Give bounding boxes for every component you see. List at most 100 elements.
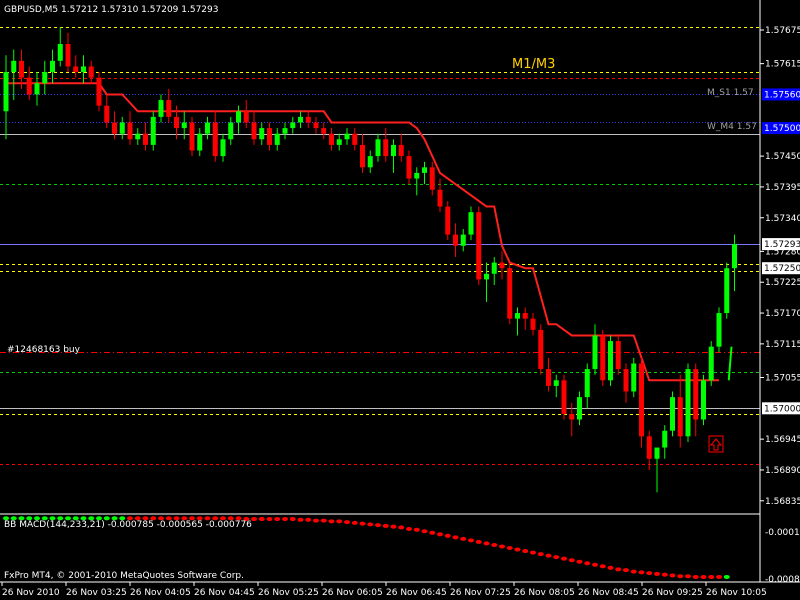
candle-body [677,397,683,437]
macd-point [677,574,684,579]
macd-point [630,569,637,574]
candle-body [228,122,234,140]
candle-body [422,167,427,173]
macd-point [499,544,505,549]
candle-body [305,116,311,123]
candle-body [685,369,691,437]
price-tag-label: 1.57560 [764,90,800,100]
candle-body [104,105,110,123]
candle-body [65,44,71,67]
macd-point [708,574,715,579]
macd-point [266,517,273,522]
candle-body [414,172,420,179]
candle-body [553,380,559,386]
candle-body [491,262,497,274]
candle-body [701,380,706,420]
macd-point [413,527,420,532]
candle-body [708,346,714,381]
macd-point [530,550,536,555]
macd-tick-label: -0.00019 [765,528,800,538]
macd-point [506,546,513,550]
x-tick-label: 26 Nov 04:45 [194,588,255,598]
macd-point [367,522,374,527]
m1m3-label: M1/M3 [512,57,555,72]
candle-body [135,133,141,140]
macd-point [537,552,544,557]
candle-body [11,60,17,73]
candle-body [724,268,730,314]
y-tick-label: 1.57115 [765,340,800,350]
candle-body [507,268,513,319]
candle-body [57,44,63,61]
macd-point [561,556,567,561]
macd-point [576,559,583,564]
macd-point [522,549,529,554]
x-tick-label: 26 Nov 07:25 [450,588,511,598]
macd-point [700,574,707,579]
candle-body [329,133,334,145]
candle-body [3,72,9,112]
x-tick-label: 26 Nov 04:05 [130,588,191,598]
candle-body [360,144,365,168]
candle-body [367,156,373,168]
candle-body [584,369,590,398]
macd-point [669,573,676,578]
candle-body [375,139,381,157]
macd-point [646,571,653,576]
candle-body [352,133,358,145]
candle-body [243,111,249,123]
candle-body [220,139,226,157]
candle-body [569,413,575,420]
macd-point [336,519,343,524]
y-tick-label: 1.57170 [765,309,800,319]
y-tick-label: 1.57055 [765,373,800,383]
candle-body [127,122,133,140]
macd-point [359,521,366,526]
candle-body [96,77,102,106]
candle-body [693,369,699,420]
macd-point [344,520,350,525]
candle-body [274,133,280,145]
candle-body [608,341,613,381]
candle-body [34,83,40,95]
y-tick-label: 1.57225 [765,278,800,288]
candle-body [189,122,195,151]
candle-body [19,60,24,78]
macd-point [398,525,405,530]
macd-point [584,561,591,566]
candle-body [143,133,148,145]
candle-body [468,212,474,235]
candle-body [437,189,443,207]
candle-body [174,116,179,129]
macd-point [592,562,598,567]
x-tick-label: 26 Nov 10:05 [706,588,767,598]
macd-point [429,530,436,535]
candle-body [670,397,675,431]
macd-label: BB MACD(144,233,21) -0.000785 -0.000565 … [4,520,252,530]
candle-body [600,335,606,381]
candle-body [577,397,582,420]
macd-point [421,529,428,534]
candle-body [732,244,737,269]
macd-point [460,536,467,541]
candle-body [236,111,241,123]
candle-body [267,128,272,145]
candle-body [336,139,342,145]
candle-body [73,66,79,73]
chart-background [0,0,800,600]
candle-body [592,335,598,370]
candle-body [259,128,265,140]
candle-body [716,313,722,347]
candle-body [561,380,567,414]
macd-tick-label: -0.00081 [765,575,800,585]
candlestick-chart: -0.00019-0.00081 1.576751.576151.574501.… [0,0,800,600]
macd-point [328,519,335,524]
candle-body [546,369,551,386]
candle-body [119,122,125,134]
macd-point [607,565,614,570]
candle-body [615,341,621,370]
macd-point [406,526,412,531]
candle-body [205,122,210,134]
macd-point [661,572,668,577]
y-tick-label: 1.56890 [765,466,800,476]
